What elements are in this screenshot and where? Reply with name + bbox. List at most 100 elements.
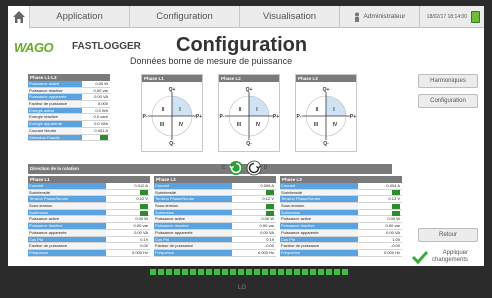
row-label: Surintensité [280, 189, 358, 196]
table-row: Puissance active 0.00 W [154, 216, 276, 224]
p-plus-label: P+ [273, 114, 279, 120]
phase-l3-rows: Courant 0.004 A Surintensité Tension Phase/… [280, 183, 402, 257]
table-row: Puissance apparente 0.00 VA [28, 94, 110, 102]
quadrant-panel-l1: Phase L1 Q+ Q- P+ P- I II III IV [141, 74, 203, 152]
monitor-bezel: Application Configuration Visualisation … [0, 0, 492, 298]
apply-changes-button[interactable]: Appliquer changements [412, 246, 482, 266]
quadrant-iv-label: IV [256, 122, 261, 128]
table-row: Tension Phase/Neutre 0.13 V [280, 196, 402, 204]
apply-label-line1: Appliquer [442, 250, 469, 256]
p-plus-label: P+ [196, 114, 202, 120]
clock-area: 18/02/17 18:14:00 [420, 10, 484, 23]
row-label: Puissance apparente [154, 229, 232, 236]
table-row: Fréquence 0.000 Hz [28, 249, 150, 257]
row-value: 0.00 VA [260, 229, 274, 235]
quadrant-iv-label: IV [179, 122, 184, 128]
tab-visualisation[interactable]: Visualisation [240, 6, 340, 28]
row-status [232, 203, 276, 209]
table-row: Cos Phi 0.19 [154, 236, 276, 244]
phase-summary-rows: Puissance active 0.00 W Puissance réactive… [28, 81, 110, 142]
table-row: Energie apparente 0.0 VAh [28, 121, 110, 128]
rotation-label-d: D [263, 165, 268, 171]
table-row: Puissance apparente 0.00 VA [280, 229, 402, 237]
row-label: Cos Phi [28, 236, 106, 243]
quadrant-iii-label: III [160, 122, 165, 128]
row-label: Puissance active [28, 216, 106, 223]
rotation-label-c: C [222, 165, 226, 171]
quadrant-iii-label: III [237, 122, 242, 128]
q-minus-label: Q- [323, 141, 329, 147]
table-row: Facteur de puissance 0.00 [28, 243, 150, 250]
admin-user[interactable]: Administrateur [340, 6, 420, 28]
row-value: 0.19 [266, 236, 274, 242]
rotation-title: Direction de la rotation [30, 166, 80, 171]
p-plus-label: P+ [350, 114, 356, 120]
row-value: 0.000 Hz [383, 249, 400, 255]
table-row: Puissance réactive 0.00 var [28, 223, 150, 230]
table-row: Surtension [280, 209, 402, 217]
phase-l2-panel: Phase L2 Courant 0.006 A Surintensité Tensi… [154, 176, 276, 257]
quadrant-panel-l3: Phase L3 Q+ Q- P+ P- I II III IV [295, 74, 357, 152]
row-value: 0.00 W [135, 216, 148, 222]
retour-button[interactable]: Retour [418, 228, 478, 242]
phase-l3-title: Phase L3 [280, 176, 402, 183]
phase-l2-title: Phase L2 [154, 176, 276, 183]
quadrant-ii-label: II [316, 107, 319, 113]
table-row: Puissance réactive 0.00 var [280, 223, 402, 230]
table-row: Puissance apparente 0.00 VA [154, 229, 276, 237]
admin-label: Administrateur [363, 13, 406, 20]
row-value: 0.00 W [261, 216, 274, 222]
apply-label: Appliquer changements [432, 250, 468, 264]
row-label: Tension Phase/Neutre [154, 196, 232, 203]
row-value: -0.00 [264, 243, 274, 249]
screen: Application Configuration Visualisation … [8, 6, 484, 266]
row-status [106, 190, 150, 196]
product-name: FASTLOGGER [72, 41, 141, 52]
row-label: Surtension [154, 209, 232, 216]
quadrant-title: Phase L2 [219, 75, 279, 82]
row-value: 0.000 Hz [131, 249, 148, 255]
row-label: Sous-tension [280, 203, 358, 209]
quadrant-iii-label: III [314, 122, 319, 128]
rotation-counterclockwise-icon [246, 160, 262, 176]
harmoniques-button[interactable]: Harmoniques [418, 74, 478, 88]
checkmark-icon [412, 250, 428, 264]
table-row: Sous-tension [28, 203, 150, 210]
table-row: Puissance active 0.00 W [28, 216, 150, 224]
row-label: Courant Neutre [28, 127, 82, 134]
row-value: 0.001 A [94, 127, 108, 133]
phase-l3-panel: Phase L3 Courant 0.004 A Surintensité Tensi… [280, 176, 402, 257]
row-value: 0.00 var [93, 87, 108, 93]
quadrant-ii-label: II [162, 107, 165, 113]
status-led-indicator [266, 210, 274, 216]
home-button[interactable] [8, 6, 30, 28]
row-label: Sous-tension [28, 203, 106, 209]
phase-summary-title: Phase L1-L3 [28, 74, 110, 81]
row-label: Puissance réactive [154, 223, 232, 229]
row-value: 0.0 Wh [95, 107, 108, 113]
row-label: Courant [28, 183, 106, 189]
quadrant-title: Phase L1 [142, 75, 202, 82]
row-status [232, 190, 276, 196]
tab-application[interactable]: Application [30, 6, 130, 28]
table-row: Sous-tension [280, 203, 402, 210]
table-row: Energie active 0.0 Wh [28, 107, 110, 115]
row-label: Facteur de puissance [280, 243, 358, 249]
table-row: Puissance active 0.00 W [28, 81, 110, 88]
tab-configuration[interactable]: Configuration [130, 6, 240, 28]
rotation-indicator: C D [222, 160, 267, 176]
configuration-button[interactable]: Configuration [418, 94, 478, 108]
row-label: Courant [154, 183, 232, 189]
row-status [106, 210, 150, 216]
table-row: Courant 0.004 A [280, 183, 402, 190]
q-minus-label: Q- [169, 141, 175, 147]
quadrant-iv-label: IV [333, 122, 338, 128]
row-label: Energie réactive [28, 114, 82, 121]
status-led-indicator [392, 210, 400, 216]
table-row: Cos Phi 0.19 [28, 236, 150, 244]
row-value: 0.00 var [133, 223, 148, 229]
table-row: Puissance active 0.00 W [280, 216, 402, 224]
table-row: Courant Neutre 0.001 A [28, 127, 110, 135]
row-label: Puissance apparente [280, 229, 358, 236]
row-value: 0.00 VA [386, 229, 400, 235]
